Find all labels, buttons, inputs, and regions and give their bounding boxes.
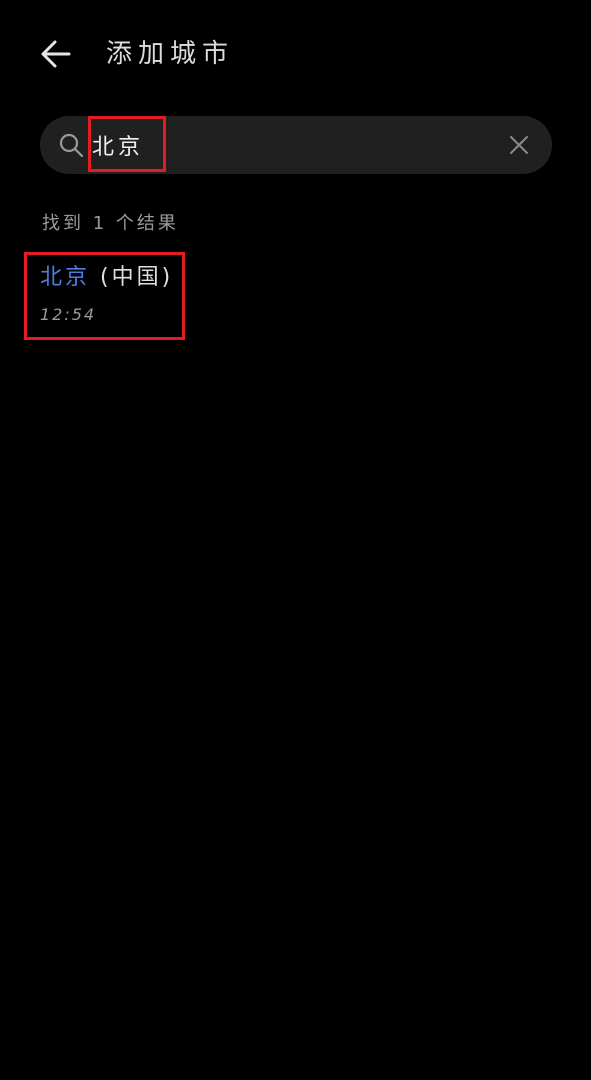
search-icon [59, 133, 84, 158]
page-title: 添加城市 [106, 39, 235, 69]
result-city-name: 北京 [40, 265, 91, 290]
header: 添加城市 [0, 18, 591, 88]
result-time: 12:54 [40, 305, 97, 324]
arrow-left-icon [41, 40, 71, 68]
result-item[interactable]: 北京 (中国) 12:54 [24, 252, 185, 340]
clear-button[interactable] [504, 130, 534, 160]
close-icon [510, 136, 528, 154]
results-count: 找到 1 个结果 [42, 213, 179, 234]
screen: 添加城市 找到 1 个结果 北京 (中国) 12:54 [0, 0, 591, 1080]
result-city-line: 北京 (中国) [40, 262, 173, 294]
result-country-name: (中国) [90, 265, 174, 290]
search-input[interactable] [92, 116, 482, 174]
back-button[interactable] [34, 32, 78, 76]
search-bar[interactable] [40, 116, 552, 174]
